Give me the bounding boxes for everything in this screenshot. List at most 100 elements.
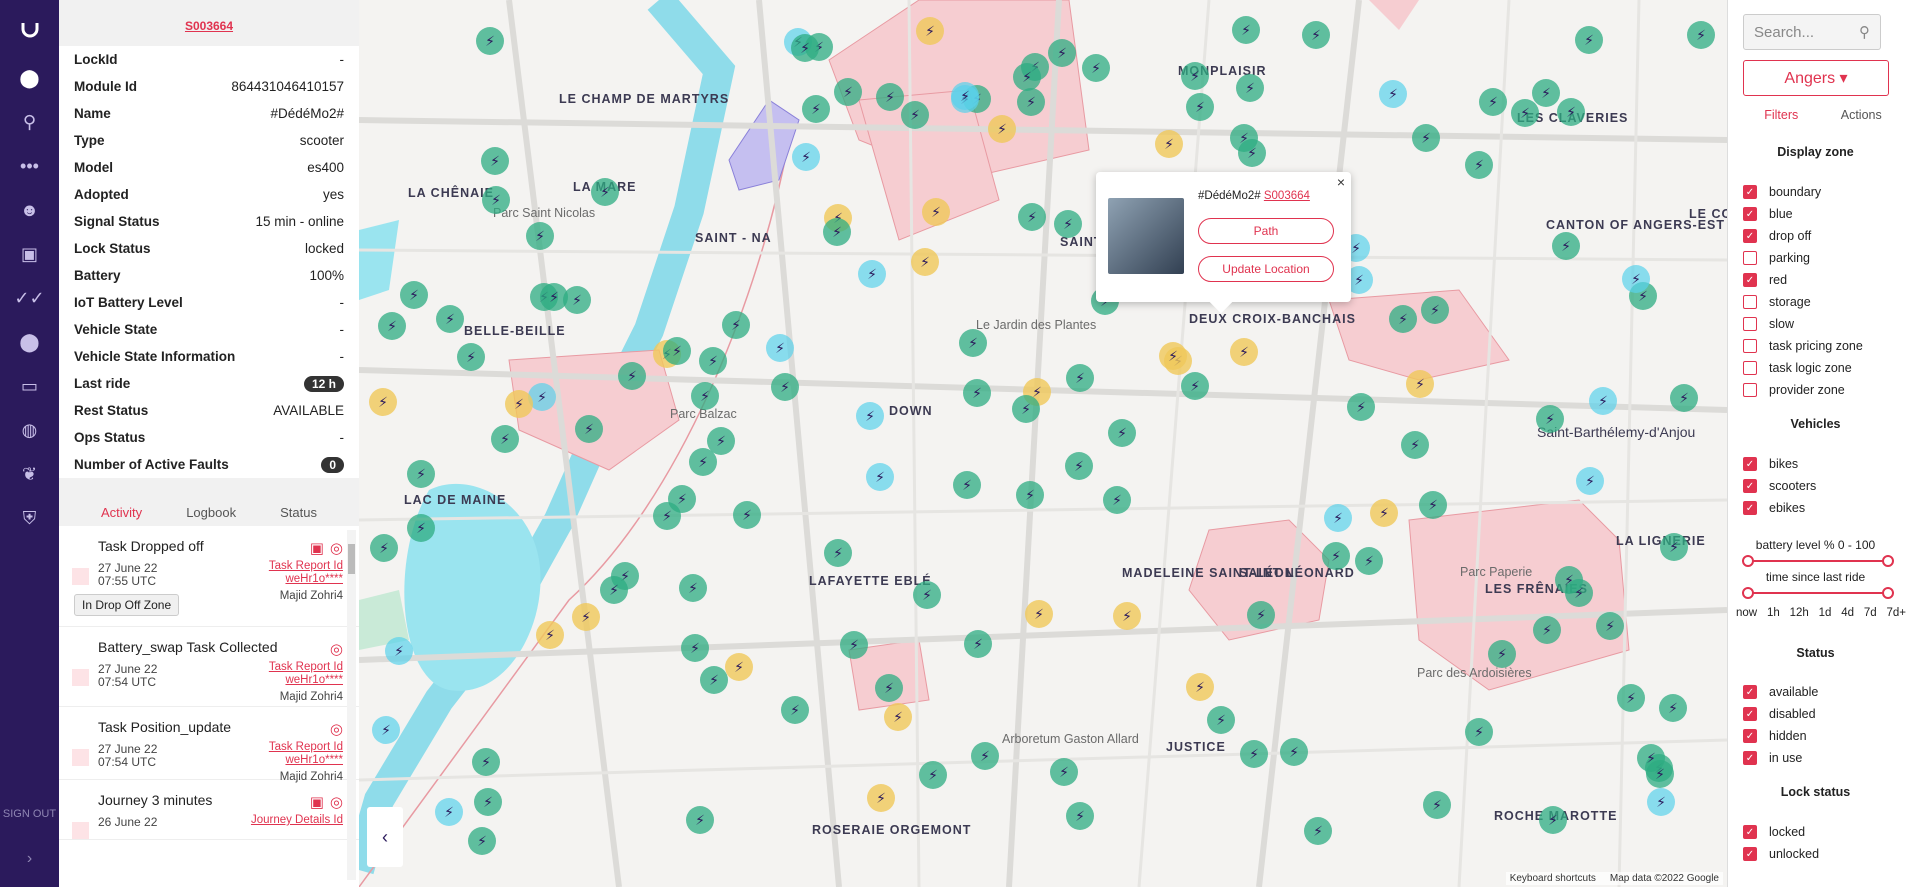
vehicle-marker[interactable]: ⚡: [572, 603, 600, 631]
vehicle-marker[interactable]: ⚡: [481, 147, 509, 175]
path-button[interactable]: Path: [1198, 218, 1334, 244]
vehicle-marker[interactable]: ⚡: [491, 425, 519, 453]
vehicle-marker[interactable]: ⚡: [1280, 738, 1308, 766]
vehicle-marker[interactable]: ⚡: [1465, 151, 1493, 179]
vehicle-marker[interactable]: ⚡: [867, 784, 895, 812]
vehicle-marker[interactable]: ⚡: [771, 373, 799, 401]
vehicle-marker[interactable]: ⚡: [1576, 467, 1604, 495]
report-link[interactable]: Journey Details Id: [251, 814, 343, 827]
vehicle-marker[interactable]: ⚡: [700, 666, 728, 694]
report-link[interactable]: Task Report Id weHr1o****: [269, 661, 343, 687]
tab-filters[interactable]: Filters: [1764, 108, 1798, 122]
vehicle-marker[interactable]: ⚡: [963, 379, 991, 407]
vehicle-marker[interactable]: ⚡: [707, 427, 735, 455]
target-icon[interactable]: ◎: [330, 720, 343, 738]
vehicle-marker[interactable]: ⚡: [916, 17, 944, 45]
vehicle-marker[interactable]: ⚡: [370, 534, 398, 562]
vehicle-marker[interactable]: ⚡: [884, 703, 912, 731]
vehicle-marker[interactable]: ⚡: [1054, 210, 1082, 238]
vehicle-marker[interactable]: ⚡: [679, 574, 707, 602]
signout-button[interactable]: SIGN OUT: [0, 806, 59, 823]
vehicle-marker[interactable]: ⚡: [876, 83, 904, 111]
vehicle-marker[interactable]: ⚡: [1647, 788, 1675, 816]
vehicle-marker[interactable]: ⚡: [959, 329, 987, 357]
filter-option[interactable]: task logic zone: [1743, 357, 1908, 379]
filter-option[interactable]: ✓ available: [1743, 681, 1908, 703]
vehicle-marker[interactable]: ⚡: [699, 347, 727, 375]
vehicle-marker[interactable]: ⚡: [1406, 370, 1434, 398]
filter-checkbox[interactable]: [1743, 251, 1757, 265]
vehicle-marker[interactable]: ⚡: [435, 798, 463, 826]
vehicle-marker[interactable]: ⚡: [369, 388, 397, 416]
vehicle-marker[interactable]: ⚡: [476, 27, 504, 55]
filter-option[interactable]: ✓ unlocked: [1743, 843, 1908, 865]
vehicle-marker[interactable]: ⚡: [1082, 54, 1110, 82]
vehicle-marker[interactable]: ⚡: [1412, 124, 1440, 152]
vehicle-marker[interactable]: ⚡: [1013, 63, 1041, 91]
vehicle-marker[interactable]: ⚡: [691, 382, 719, 410]
vehicle-marker[interactable]: ⚡: [866, 463, 894, 491]
vehicle-marker[interactable]: ⚡: [1419, 491, 1447, 519]
report-link[interactable]: Task Report Id weHr1o****: [269, 560, 343, 586]
vehicle-marker[interactable]: ⚡: [1552, 232, 1580, 260]
keyboard-shortcuts-link[interactable]: Keyboard shortcuts: [1510, 873, 1596, 884]
vehicle-marker[interactable]: ⚡: [1479, 88, 1507, 116]
vehicle-marker[interactable]: ⚡: [1159, 342, 1187, 370]
filter-option[interactable]: task pricing zone: [1743, 335, 1908, 357]
vehicle-marker[interactable]: ⚡: [1324, 504, 1352, 532]
vehicle-marker[interactable]: ⚡: [1186, 673, 1214, 701]
vehicle-marker[interactable]: ⚡: [681, 634, 709, 662]
vehicle-marker[interactable]: ⚡: [600, 576, 628, 604]
vehicle-marker[interactable]: ⚡: [505, 390, 533, 418]
list-item[interactable]: Task Dropped off 27 June 22 07:55 UTC Task …: [59, 526, 359, 627]
vehicle-marker[interactable]: ⚡: [686, 806, 714, 834]
vehicle-marker[interactable]: ⚡: [1304, 817, 1332, 845]
vehicle-marker[interactable]: ⚡: [1050, 758, 1078, 786]
filter-checkbox[interactable]: ✓: [1743, 501, 1757, 515]
vehicle-marker[interactable]: ⚡: [663, 337, 691, 365]
vehicle-marker[interactable]: ⚡: [1066, 802, 1094, 830]
vehicle-marker[interactable]: ⚡: [436, 305, 464, 333]
vehicle-marker[interactable]: ⚡: [385, 637, 413, 665]
vehicle-marker[interactable]: ⚡: [1347, 393, 1375, 421]
collapse-nav-icon[interactable]: ›: [0, 850, 59, 868]
battery-slider[interactable]: [1742, 555, 1894, 567]
filter-checkbox[interactable]: ✓: [1743, 751, 1757, 765]
vehicle-marker[interactable]: ⚡: [834, 78, 862, 106]
vehicle-marker[interactable]: ⚡: [1536, 405, 1564, 433]
vehicle-marker[interactable]: ⚡: [1557, 98, 1585, 126]
vehicle-marker[interactable]: ⚡: [1113, 602, 1141, 630]
nav-security[interactable]: ⛨: [0, 496, 59, 540]
vehicle-marker[interactable]: ⚡: [823, 218, 851, 246]
vehicle-marker[interactable]: ⚡: [1236, 74, 1264, 102]
vehicle-marker[interactable]: ⚡: [1421, 296, 1449, 324]
vehicle-marker[interactable]: ⚡: [1207, 706, 1235, 734]
filter-checkbox[interactable]: ✓: [1743, 847, 1757, 861]
vehicle-marker[interactable]: ⚡: [1589, 387, 1617, 415]
image-icon[interactable]: ▣: [310, 539, 324, 557]
filter-checkbox[interactable]: [1743, 361, 1757, 375]
filter-checkbox[interactable]: ✓: [1743, 825, 1757, 839]
vehicle-marker[interactable]: ⚡: [1181, 62, 1209, 90]
vehicle-marker[interactable]: ⚡: [1230, 338, 1258, 366]
filter-option[interactable]: ✓ hidden: [1743, 725, 1908, 747]
vehicle-marker[interactable]: ⚡: [1379, 80, 1407, 108]
vehicle-marker[interactable]: ⚡: [901, 101, 929, 129]
list-item[interactable]: Journey 3 minutes 26 June 22 Journey Detai…: [59, 780, 359, 840]
vehicle-marker[interactable]: ⚡: [1401, 431, 1429, 459]
target-icon[interactable]: ◎: [330, 539, 343, 557]
vehicle-marker[interactable]: ⚡: [1181, 372, 1209, 400]
vehicle-marker[interactable]: ⚡: [1066, 364, 1094, 392]
filter-checkbox[interactable]: ✓: [1743, 229, 1757, 243]
city-dropdown[interactable]: Angers ▾: [1743, 60, 1889, 96]
vehicle-marker[interactable]: ⚡: [1659, 694, 1687, 722]
filter-option[interactable]: ✓ boundary: [1743, 181, 1908, 203]
vehicle-marker[interactable]: ⚡: [1533, 616, 1561, 644]
vehicle-marker[interactable]: ⚡: [474, 788, 502, 816]
vehicle-marker[interactable]: ⚡: [1660, 533, 1688, 561]
vehicle-marker[interactable]: ⚡: [1103, 486, 1131, 514]
list-item[interactable]: Battery_swap Task Collected 27 June 22 07:…: [59, 627, 359, 707]
vehicle-marker[interactable]: ⚡: [911, 248, 939, 276]
filter-option[interactable]: ✓ in use: [1743, 747, 1908, 769]
filter-checkbox[interactable]: ✓: [1743, 273, 1757, 287]
